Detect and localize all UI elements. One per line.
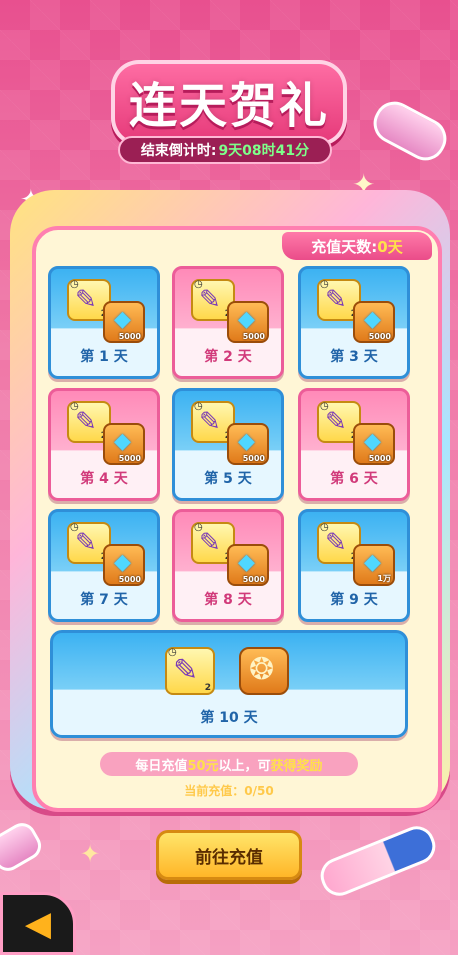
- diamond-icon: ◆: [364, 429, 381, 454]
- gem-qty: 5000: [118, 332, 141, 341]
- recharge-progress: 当前充值：0/50: [184, 784, 274, 798]
- day-label: 第 4 天: [80, 471, 128, 487]
- diamond-icon: ◆: [114, 429, 131, 454]
- gem-item[interactable]: ◆ 5000: [103, 301, 145, 343]
- gem-qty: 1万: [377, 574, 391, 583]
- paintbrush-icon: ✎: [75, 285, 97, 315]
- gem-item[interactable]: ◆ 5000: [227, 544, 269, 586]
- tip-text: 以上，可: [218, 758, 271, 774]
- diamond-icon: ◆: [238, 307, 255, 332]
- day-card[interactable]: ◷✎2◆1万第 9 天: [298, 509, 410, 622]
- gem-item[interactable]: ◆ 5000: [103, 544, 145, 586]
- paintbrush-icon: ✎: [75, 407, 97, 437]
- day-label: 第 6 天: [330, 471, 378, 487]
- day-label: 第 3 天: [330, 349, 378, 365]
- diamond-icon: ◆: [114, 307, 131, 332]
- gem-qty: 5000: [242, 575, 265, 584]
- day-card[interactable]: ◷✎2◆5000第 7 天: [48, 509, 160, 622]
- diamond-icon: ◆: [114, 550, 131, 575]
- diamond-icon: ◆: [364, 550, 381, 575]
- gem-qty: 5000: [118, 575, 141, 584]
- day-10-card[interactable]: ◷ ✎ 2 ❂ 第 10 天: [50, 630, 408, 738]
- paintbrush-icon: ✎: [199, 528, 221, 558]
- tip-text: 每日充值: [135, 758, 188, 774]
- day-label: 第 10 天: [200, 710, 258, 726]
- day-card[interactable]: ◷✎2◆5000第 8 天: [172, 509, 284, 622]
- diamond-icon: ◆: [238, 429, 255, 454]
- day-card[interactable]: ◷✎2◆5000第 3 天: [298, 266, 410, 379]
- countdown-value: 9天08时41分: [218, 143, 310, 159]
- paintbrush-icon: ✎: [325, 285, 347, 315]
- day-card[interactable]: ◷✎2◆5000第 5 天: [172, 388, 284, 501]
- gem-item[interactable]: ◆ 5000: [103, 423, 145, 465]
- paintbrush-icon: ✎: [199, 285, 221, 315]
- charge-days-value: 0天: [377, 237, 403, 256]
- brush-item[interactable]: ◷ ✎ 2: [165, 647, 215, 695]
- gem-item[interactable]: ◆ 5000: [353, 423, 395, 465]
- day-label: 第 8 天: [204, 592, 252, 608]
- day-label: 第 5 天: [204, 471, 252, 487]
- tip-reward: 获得奖励: [270, 758, 323, 774]
- gem-item[interactable]: ◆ 5000: [227, 423, 269, 465]
- ring-frame-item[interactable]: ❂: [239, 647, 289, 695]
- charge-days-badge: 充值天数: 0天: [282, 232, 432, 260]
- gem-item[interactable]: ◆ 5000: [227, 301, 269, 343]
- countdown-timer: 结束倒计时: 9天08时41分: [118, 136, 332, 164]
- gem-item[interactable]: ◆ 1万: [353, 544, 395, 586]
- recharge-tip: 每日充值 50元 以上，可 获得奖励: [100, 752, 358, 776]
- diamond-icon: ◆: [238, 550, 255, 575]
- tip-amount: 50元: [187, 758, 219, 774]
- day-label: 第 2 天: [204, 349, 252, 365]
- day-label: 第 7 天: [80, 592, 128, 608]
- paintbrush-icon: ✎: [199, 407, 221, 437]
- diamond-icon: ◆: [364, 307, 381, 332]
- paintbrush-icon: ✎: [75, 528, 97, 558]
- day-card[interactable]: ◷✎2◆5000第 4 天: [48, 388, 160, 501]
- back-arrow-icon: ◀: [24, 903, 52, 944]
- day-label: 第 9 天: [330, 592, 378, 608]
- go-recharge-button[interactable]: 前往充值: [156, 830, 302, 880]
- gem-qty: 5000: [368, 454, 391, 463]
- countdown-label: 结束倒计时:: [140, 143, 217, 159]
- gem-item[interactable]: ◆ 5000: [353, 301, 395, 343]
- charge-days-label: 充值天数:: [311, 237, 378, 256]
- day-label: 第 1 天: [80, 349, 128, 365]
- gem-qty: 5000: [242, 454, 265, 463]
- brush-qty: 2: [204, 683, 211, 693]
- day-card[interactable]: ◷✎2◆5000第 2 天: [172, 266, 284, 379]
- gem-qty: 5000: [368, 332, 391, 341]
- back-button[interactable]: ◀: [0, 892, 76, 955]
- title-banner: 连天贺礼: [0, 60, 458, 146]
- paintbrush-icon: ✎: [325, 407, 347, 437]
- ring-frame-icon: ❂: [249, 652, 275, 687]
- gem-qty: 5000: [118, 454, 141, 463]
- day-card[interactable]: ◷✎2◆5000第 1 天: [48, 266, 160, 379]
- paintbrush-icon: ✎: [173, 653, 199, 688]
- page-title: 连天贺礼: [110, 60, 347, 146]
- day-card[interactable]: ◷✎2◆5000第 6 天: [298, 388, 410, 501]
- paintbrush-icon: ✎: [325, 528, 347, 558]
- gem-qty: 5000: [242, 332, 265, 341]
